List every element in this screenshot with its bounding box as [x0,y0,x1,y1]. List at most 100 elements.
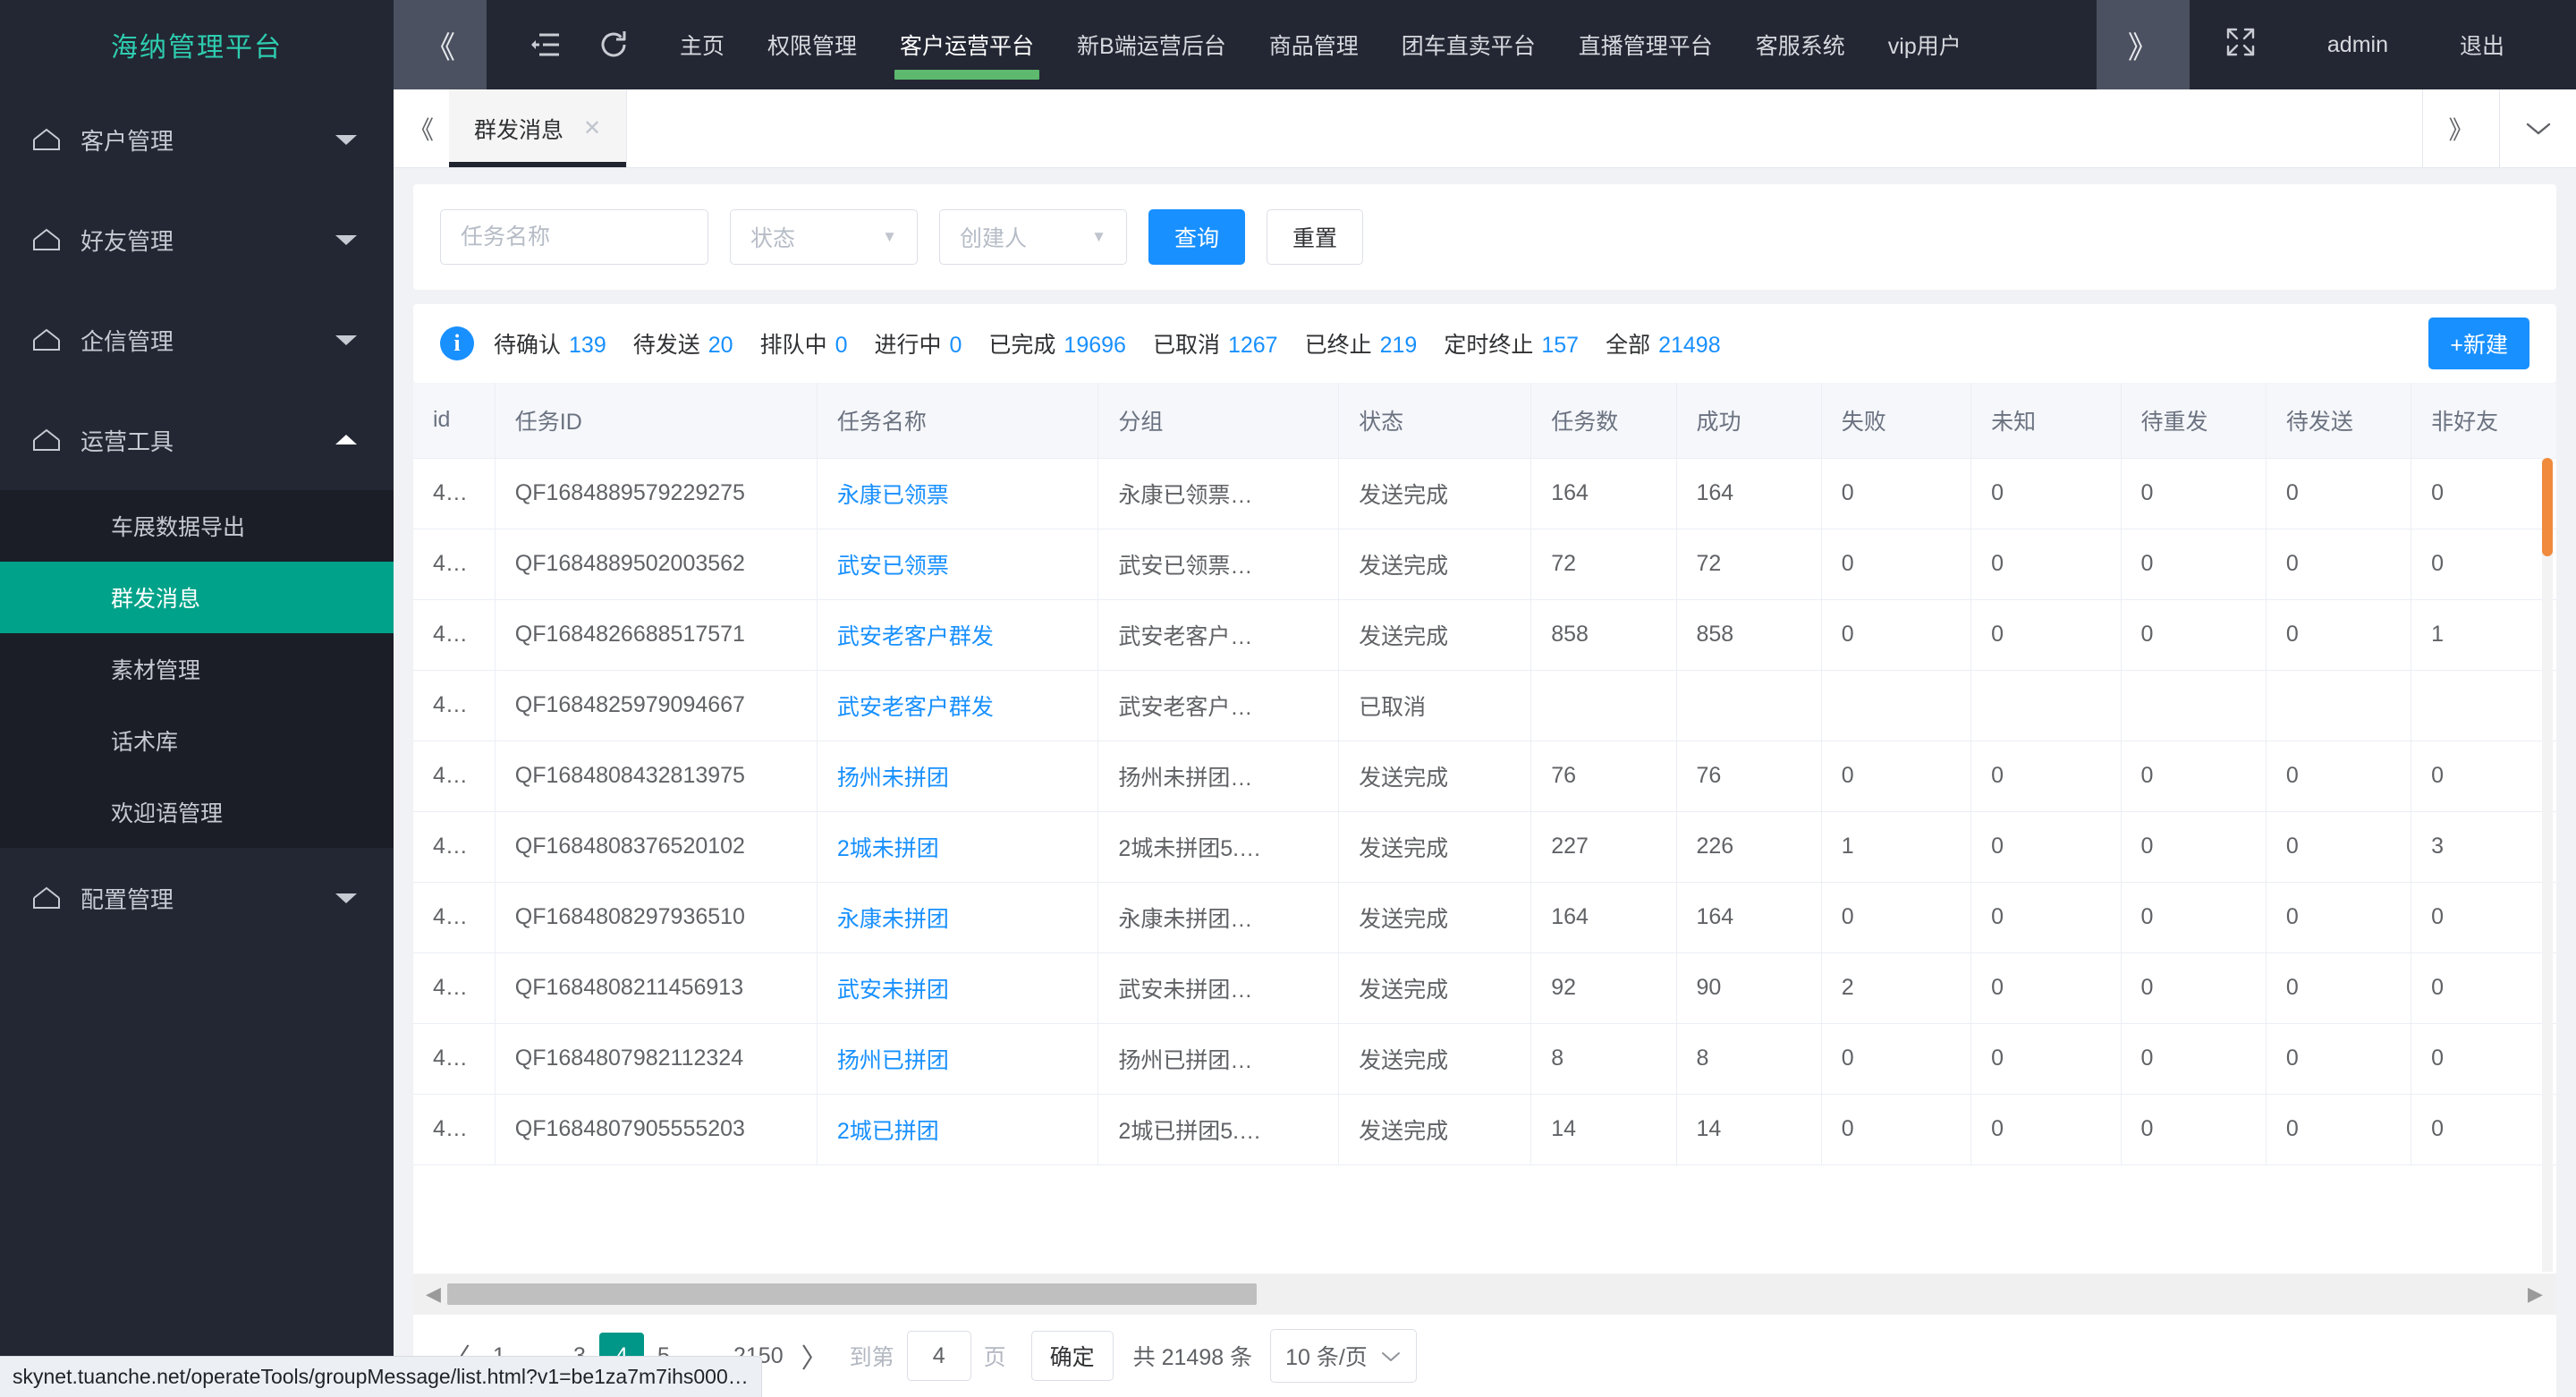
table-cell-status: 发送完成 [1338,599,1532,671]
table-cell-unknown: 0 [1970,1023,2122,1095]
top-nav-item-7[interactable]: 客服系统 [1734,0,1867,89]
table-row[interactable]: 42… QF1684889579229275 永康已领票 永康已领票… 发送完成 164 1… [413,458,2556,529]
scroll-right-icon[interactable]: ▶ [2528,1283,2544,1306]
table-cell-pending: 0 [2266,529,2412,600]
top-nav-more-button[interactable]: 》 [2096,0,2190,89]
user-name[interactable]: admin [2292,32,2424,58]
horizontal-scrollbar-track[interactable] [447,1283,2522,1305]
page-jump-input[interactable] [906,1331,971,1381]
home-icon [29,886,64,910]
stat-in-progress[interactable]: 进行中 0 [874,327,962,360]
scroll-left-icon[interactable]: ◀ [426,1283,442,1306]
table-cell-task_name[interactable]: 武安已领票 [817,529,1099,600]
top-nav-item-1[interactable]: 权限管理 [746,0,878,89]
filter-bar: 状态 ▼ 创建人 ▼ 查询 重置 [413,184,2556,290]
tab-scroll-right-button[interactable]: 》 [2422,89,2499,167]
stat-queued[interactable]: 排队中 0 [760,327,848,360]
table-row[interactable]: 42… QF1684808432813975 扬州未拼团 扬州未拼团… 发送完成 76 76… [413,741,2556,812]
sidebar-item-group-message[interactable]: 群发消息 [0,562,394,633]
stat-scheduled-terminated[interactable]: 定时终止 157 [1444,327,1579,360]
table-cell-task_name[interactable]: 武安老客户群发 [817,670,1099,741]
table-row[interactable]: 42… QF1684808211456913 武安未拼团 武安未拼团… 发送完成 92 90… [413,952,2556,1024]
table-cell-unknown: 0 [1970,952,2122,1024]
page-size-select[interactable]: 10 条/页 [1270,1329,1417,1383]
reset-button[interactable]: 重置 [1267,209,1364,265]
table-row[interactable]: 42… QF1684825979094667 武安老客户群发 武安老客户… 已取消 [413,670,2556,741]
stat-cancelled[interactable]: 已取消 1267 [1153,327,1278,360]
indent-list-icon[interactable] [528,27,564,63]
table-cell-count: 92 [1530,952,1677,1024]
sidebar-sub-label: 欢迎语管理 [111,801,224,826]
tab-scroll-left-button[interactable]: 《 [394,89,449,167]
table-row[interactable]: 42… QF1684826688517571 武安老客户群发 武安老客户… 发送完成 85… [413,599,2556,671]
new-task-button[interactable]: +新建 [2428,318,2529,369]
stat-value: 20 [708,333,733,358]
table-row[interactable]: 42… QF1684808297936510 永康未拼团 永康未拼团… 发送完成 164 1… [413,882,2556,953]
creator-select[interactable]: 创建人 ▼ [939,209,1127,265]
table-row[interactable]: 42… QF1684807982112324 扬州已拼团 扬州已拼团… 发送完成 8 8 0 0… [413,1023,2556,1095]
fullscreen-button[interactable] [2190,27,2292,64]
table-cell-task_name[interactable]: 永康已领票 [817,458,1099,529]
status-select[interactable]: 状态 ▼ [730,209,918,265]
table-cell-task_name[interactable]: 2城未拼团 [817,811,1099,883]
sidebar-item-material-management[interactable]: 素材管理 [0,633,394,705]
table-cell-task_name[interactable]: 扬州未拼团 [817,741,1099,812]
top-nav-item-6[interactable]: 直播管理平台 [1557,0,1734,89]
sidebar-item-enterprise-message-management[interactable]: 企信管理 [0,290,394,390]
sidebar-item-operation-tools[interactable]: 运营工具 [0,390,394,490]
sidebar-item-auto-show-data-export[interactable]: 车展数据导出 [0,490,394,562]
vertical-scrollbar-thumb[interactable] [2542,458,2553,556]
top-nav-label: vip用户 [1887,34,1962,59]
table-row[interactable]: 42… QF1684889502003562 武安已领票 武安已领票… 发送完成 72 72… [413,529,2556,600]
table-cell-group: 扬州未拼团… [1097,741,1340,812]
logout-button[interactable]: 退出 [2424,29,2540,61]
table-cell-fail: 0 [1821,882,1972,953]
top-nav-item-2[interactable]: 客户运营平台 [878,0,1055,89]
table-cell-task_name[interactable]: 扬州已拼团 [817,1023,1099,1095]
chevron-double-right-icon: 》 [2448,115,2474,144]
table-cell-task_name[interactable]: 2城已拼团 [817,1094,1099,1165]
refresh-icon[interactable] [596,27,631,63]
task-name-input[interactable] [440,209,708,265]
table-row[interactable]: 42… QF1684808376520102 2城未拼团 2城未拼团5.… 发送完成 22… [413,811,2556,883]
horizontal-scrollbar-thumb[interactable] [447,1283,1257,1305]
table-cell-nonfriend: 3 [2411,811,2556,883]
table-cell-pending: 0 [2266,952,2412,1024]
stat-value: 219 [1379,333,1418,358]
table-cell-task_id: QF1684808376520102 [495,811,818,883]
tab-group-message[interactable]: 群发消息 ✕ [449,89,628,167]
sidebar-item-welcome-message-management[interactable]: 欢迎语管理 [0,776,394,848]
close-icon[interactable]: ✕ [583,115,601,141]
top-nav-item-3[interactable]: 新B端运营后台 [1055,0,1248,89]
top-nav-item-8[interactable]: vip用户 [1867,0,1983,89]
page-jump-confirm-button[interactable]: 确定 [1030,1331,1114,1381]
stat-pending-send[interactable]: 待发送 20 [633,327,733,360]
home-icon [29,428,64,452]
search-button[interactable]: 查询 [1148,209,1246,265]
sidebar-item-script-library[interactable]: 话术库 [0,705,394,776]
table-cell-pending [2266,670,2412,741]
sidebar-item-customer-management[interactable]: 客户管理 [0,89,394,190]
stat-pending-confirm[interactable]: 待确认 139 [494,327,606,360]
table-cell-task_name[interactable]: 永康未拼团 [817,882,1099,953]
table-cell-pending: 0 [2266,1094,2412,1165]
tab-menu-button[interactable] [2499,89,2576,167]
stat-all[interactable]: 全部 21498 [1606,327,1721,360]
next-page-button[interactable]: 〉 [792,1333,837,1379]
table-cell-unknown: 0 [1970,811,2122,883]
top-nav-item-5[interactable]: 团车直卖平台 [1380,0,1557,89]
sidebar-item-config-management[interactable]: 配置管理 [0,848,394,948]
stat-terminated[interactable]: 已终止 219 [1305,327,1418,360]
horizontal-scrollbar[interactable]: ◀ ▶ [413,1274,2556,1315]
sidebar-collapse-button[interactable]: 《 [394,0,487,89]
table-cell-task_name[interactable]: 武安老客户群发 [817,599,1099,671]
top-nav-label: 新B端运营后台 [1077,34,1226,59]
table-row[interactable]: 42… QF1684807905555203 2城已拼团 2城已拼团5.… 发送完成 14… [413,1094,2556,1165]
top-nav-item-4[interactable]: 商品管理 [1248,0,1380,89]
sidebar-item-friend-management[interactable]: 好友管理 [0,190,394,290]
table-cell-task_name[interactable]: 武安未拼团 [817,952,1099,1024]
top-nav-item-0[interactable]: 主页 [658,0,746,89]
stat-completed[interactable]: 已完成 19696 [988,327,1126,360]
table-header-id: id [413,383,496,459]
vertical-scrollbar[interactable] [2542,458,2553,1272]
